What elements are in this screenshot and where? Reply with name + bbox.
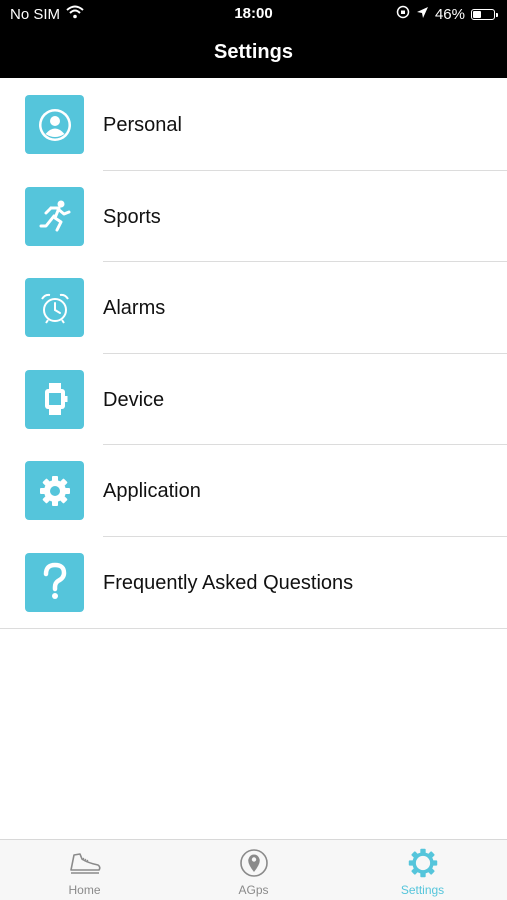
shoe-icon bbox=[68, 848, 102, 878]
menu-item-application[interactable]: Application bbox=[0, 445, 507, 537]
tab-home[interactable]: Home bbox=[0, 840, 169, 900]
navigation-bar: Settings bbox=[0, 28, 507, 78]
tab-label: AGps bbox=[238, 883, 269, 897]
person-icon bbox=[25, 95, 84, 154]
menu-item-label: Alarms bbox=[103, 297, 166, 320]
divider bbox=[0, 627, 507, 629]
gear-icon bbox=[25, 461, 84, 521]
tab-label: Settings bbox=[400, 883, 445, 897]
menu-item-faq[interactable]: Frequently Asked Questions bbox=[0, 537, 507, 629]
menu-item-label: Frequently Asked Questions bbox=[103, 571, 354, 594]
watch-icon bbox=[25, 369, 84, 429]
page-title: Settings bbox=[214, 41, 293, 63]
orientation-lock-icon bbox=[396, 5, 410, 23]
battery-percent: 46% bbox=[434, 5, 465, 23]
tab-settings[interactable]: Settings bbox=[338, 840, 507, 900]
status-bar: No SIM 18:00 46% bbox=[0, 0, 507, 28]
battery-icon bbox=[471, 8, 498, 20]
tab-label: Home bbox=[68, 883, 101, 897]
tab-agps[interactable]: AGps bbox=[169, 840, 338, 900]
menu-item-sports[interactable]: Sports bbox=[0, 171, 507, 263]
location-arrow-icon bbox=[416, 6, 429, 23]
status-right: 46% bbox=[396, 5, 498, 23]
tab-bar: Home AGps Settings bbox=[0, 839, 507, 900]
location-pin-icon bbox=[237, 848, 271, 878]
menu-item-label: Personal bbox=[103, 114, 182, 136]
menu-item-label: Sports bbox=[103, 205, 161, 228]
gear-icon bbox=[406, 848, 440, 878]
menu-item-personal[interactable]: Personal bbox=[0, 79, 507, 171]
settings-menu: Personal Sports Alarms Device Applicatio… bbox=[0, 79, 507, 629]
menu-item-alarms[interactable]: Alarms bbox=[0, 262, 507, 354]
alarm-clock-icon bbox=[25, 278, 84, 338]
menu-item-label: Application bbox=[103, 480, 201, 503]
menu-item-label: Device bbox=[103, 388, 165, 411]
question-mark-icon bbox=[25, 552, 84, 612]
menu-item-device[interactable]: Device bbox=[0, 354, 507, 446]
runner-icon bbox=[25, 186, 84, 246]
